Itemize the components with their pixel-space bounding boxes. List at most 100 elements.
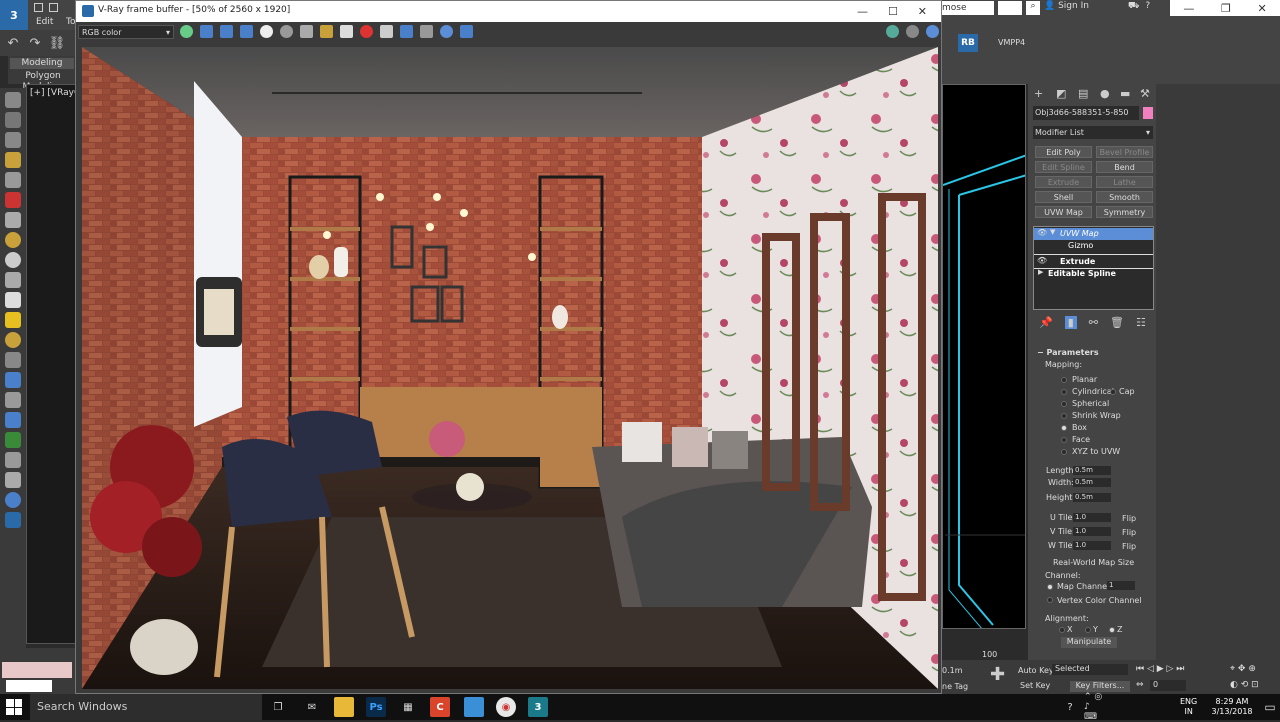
region-render-icon[interactable] (380, 25, 393, 38)
viewport-right[interactable] (942, 84, 1026, 629)
sun-icon[interactable] (5, 312, 21, 328)
maximize-icon[interactable]: ☐ (888, 5, 898, 18)
manipulate-button[interactable]: Manipulate (1061, 637, 1117, 648)
rotate-icon[interactable] (5, 132, 21, 148)
maxscript-input[interactable] (6, 680, 52, 692)
cone-icon[interactable] (5, 272, 21, 288)
torus-icon[interactable] (5, 332, 21, 348)
photoshop-icon[interactable]: Ps (366, 697, 386, 717)
windows-start-icon[interactable] (6, 699, 22, 715)
bend-button[interactable]: Bend (1096, 161, 1153, 173)
open-file-icon[interactable] (49, 3, 58, 12)
map-channel-spinner[interactable]: 1 (1107, 581, 1135, 590)
viewport-nav-icons[interactable]: ⌖ ✥ ⊕ (1230, 664, 1256, 674)
minimize-icon[interactable]: — (857, 5, 868, 18)
show-corrections-icon[interactable] (906, 25, 919, 38)
v-flip-label[interactable]: Flip (1122, 528, 1136, 537)
clock[interactable]: 8:29 AM 3/13/2018 (1204, 697, 1260, 717)
file-explorer-icon[interactable] (334, 697, 354, 717)
load-image-icon[interactable] (320, 25, 333, 38)
cylinder-icon[interactable] (5, 292, 21, 308)
smooth-button[interactable]: Smooth (1096, 191, 1153, 203)
material-icon[interactable] (5, 372, 21, 388)
add-key-icon[interactable]: ✚ (990, 664, 1005, 685)
remove-modifier-icon[interactable]: 🗑 (1110, 316, 1124, 329)
link-icon[interactable]: ⛓ (48, 34, 66, 52)
bone-icon[interactable] (5, 452, 21, 468)
language-indicator[interactable]: ENG IN (1180, 697, 1197, 717)
search-icon[interactable]: ⌕ (1026, 1, 1040, 15)
set-key-button[interactable]: Set Key (1020, 681, 1050, 690)
camera-icon[interactable] (5, 172, 21, 188)
uvw-map-button[interactable]: UVW Map (1035, 206, 1092, 218)
calculator-icon[interactable]: ▦ (398, 697, 418, 717)
mail-icon[interactable]: ✉ (302, 697, 322, 717)
current-frame-field[interactable]: 0 (1150, 680, 1186, 691)
tray-icons[interactable]: ⌃ ◎ ♪ ⌨ (1084, 692, 1104, 722)
search-input[interactable]: mose (940, 1, 994, 15)
radio-map-channel[interactable] (1047, 584, 1053, 590)
world-icon[interactable] (5, 492, 21, 508)
stack-item-extrude[interactable]: Extrude (1034, 256, 1153, 268)
render-icon[interactable] (5, 192, 21, 208)
checkbox-cap[interactable] (1110, 389, 1116, 395)
search-button[interactable] (998, 1, 1022, 15)
configure-modifier-icon[interactable]: ☷ (1136, 316, 1146, 329)
notifications-icon[interactable]: ▭ (1260, 697, 1280, 717)
vray-icon[interactable] (5, 512, 21, 528)
object-color-swatch[interactable] (1143, 107, 1153, 119)
lens-effects-icon[interactable] (886, 25, 899, 38)
3ds-max-icon[interactable]: 3 (528, 697, 548, 717)
pin-stack-icon[interactable]: 📌 (1039, 316, 1053, 329)
blue-channel-icon[interactable] (240, 25, 253, 38)
motion-tab-icon[interactable]: ● (1100, 87, 1112, 100)
select-icon[interactable] (5, 92, 21, 108)
w-flip-label[interactable]: Flip (1122, 542, 1136, 551)
radio-box[interactable] (1061, 425, 1067, 431)
display-tab-icon[interactable]: ▬ (1120, 87, 1132, 100)
radio-align-x[interactable] (1059, 627, 1065, 633)
clear-image-icon[interactable] (340, 25, 353, 38)
box-icon[interactable] (5, 212, 21, 228)
symmetry-button[interactable]: Symmetry (1096, 206, 1153, 218)
plant-icon[interactable] (5, 432, 21, 448)
stack-item-gizmo[interactable]: Gizmo (1034, 240, 1153, 252)
red-channel-icon[interactable] (200, 25, 213, 38)
radio-spherical[interactable] (1061, 401, 1067, 407)
stack-item-editable-spline[interactable]: Editable Spline (1034, 268, 1153, 280)
extrude-button[interactable]: Extrude (1035, 176, 1092, 188)
minimize-icon[interactable]: — (1183, 2, 1194, 15)
show-end-result-icon[interactable]: ▮ (1064, 315, 1077, 329)
height-spinner[interactable]: 0.5m (1073, 493, 1111, 502)
utilities-tab-icon[interactable]: ⚒ (1140, 87, 1152, 100)
task-view-icon[interactable]: ❐ (268, 697, 288, 717)
v-tile-spinner[interactable]: 1.0 (1073, 527, 1111, 536)
cart-icon[interactable]: ⛟ (1128, 1, 1139, 12)
help-icon[interactable]: ? (1145, 1, 1150, 12)
u-flip-label[interactable]: Flip (1122, 514, 1136, 523)
wrench-icon[interactable] (5, 472, 21, 488)
radio-align-y[interactable] (1085, 627, 1091, 633)
rendered-image[interactable] (82, 47, 938, 689)
radio-shrink-wrap[interactable] (1061, 413, 1067, 419)
menu-edit[interactable]: Edit (36, 17, 53, 27)
tab-modeling[interactable]: Modeling (10, 58, 74, 69)
app-icon[interactable] (464, 697, 484, 717)
bevel-profile-button[interactable]: Bevel Profile (1096, 146, 1153, 158)
sphere-icon[interactable] (5, 232, 21, 248)
stop-render-icon[interactable] (360, 25, 373, 38)
close-icon[interactable]: ✕ (1257, 2, 1266, 15)
lathe-button[interactable]: Lathe (1096, 176, 1153, 188)
edit-spline-button[interactable]: Edit Spline (1035, 161, 1092, 173)
radio-face[interactable] (1061, 437, 1067, 443)
radio-planar[interactable] (1061, 377, 1067, 383)
make-unique-icon[interactable]: ⚯ (1089, 316, 1098, 329)
vmpp-label[interactable]: VMPP4 (998, 38, 1025, 47)
edit-poly-button[interactable]: Edit Poly (1035, 146, 1092, 158)
playback-controls[interactable]: ⏮ ◁ ▶ ▷ ⏭ (1136, 664, 1184, 674)
vfb-title-bar[interactable]: V-Ray frame buffer - [50% of 2560 x 1920… (76, 1, 941, 22)
length-spinner[interactable]: 0.5m (1073, 466, 1111, 475)
save-image-icon[interactable] (300, 25, 313, 38)
alpha-channel-icon[interactable] (260, 25, 273, 38)
taskbar-search[interactable]: Search Windows (30, 694, 262, 720)
